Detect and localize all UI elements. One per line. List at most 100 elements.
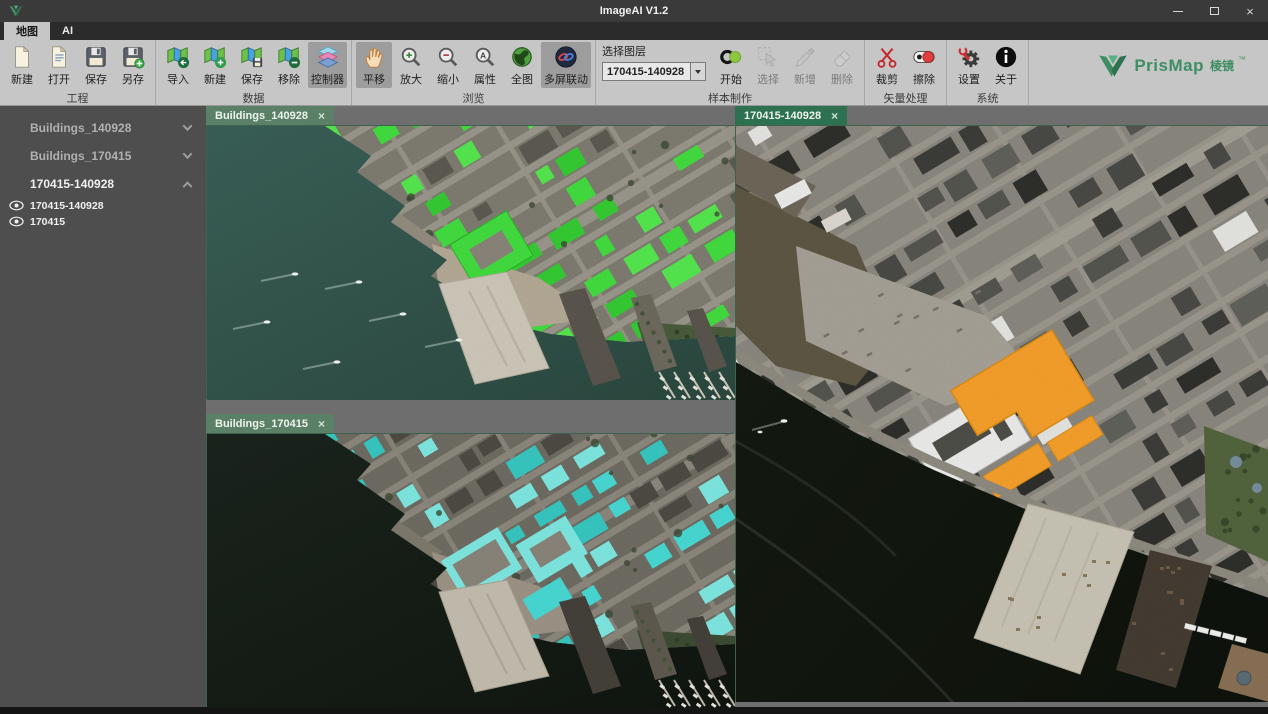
map-panel-buildings-140928: Buildings_140928 × bbox=[206, 106, 734, 399]
new-document-icon bbox=[9, 44, 35, 70]
chevron-up-icon[interactable] bbox=[184, 180, 192, 188]
chevron-down-icon[interactable] bbox=[184, 124, 192, 132]
ribbon-group-vector: 裁剪 擦除 矢量处理 bbox=[865, 40, 947, 105]
eraser-icon bbox=[829, 44, 855, 70]
data-save-button[interactable]: 保存 bbox=[234, 42, 270, 88]
data-import-button[interactable]: 导入 bbox=[160, 42, 196, 88]
eye-visibility-icon[interactable] bbox=[9, 216, 24, 230]
layer-select-label: 选择图层 bbox=[602, 43, 706, 59]
pan-button[interactable]: 平移 bbox=[356, 42, 392, 88]
map-panel-170415-140928: 170415-140928 × bbox=[735, 106, 1268, 701]
magnifier-minus-icon bbox=[435, 44, 461, 70]
sample-delete-button[interactable]: 删除 bbox=[824, 42, 860, 88]
group-label-samples: 样本制作 bbox=[600, 90, 860, 105]
erase-button[interactable]: 擦除 bbox=[906, 42, 942, 88]
brand-name: PrisMap bbox=[1134, 56, 1204, 76]
project-open-button[interactable]: 打开 bbox=[41, 42, 77, 88]
group-label-data: 数据 bbox=[160, 90, 347, 105]
map-add-icon bbox=[202, 44, 228, 70]
info-icon bbox=[993, 44, 1019, 70]
clip-button[interactable]: 裁剪 bbox=[869, 42, 905, 88]
sample-select-button[interactable]: 选择 bbox=[750, 42, 786, 88]
svg-text:A: A bbox=[480, 50, 486, 60]
layer-tree-sidebar: Buildings_140928 Buildings_170415 170415… bbox=[0, 106, 206, 707]
map-panel-buildings-170415: Buildings_170415 × bbox=[206, 414, 734, 707]
map-tab-170415-140928[interactable]: 170415-140928 × bbox=[735, 106, 847, 125]
dropdown-arrow-icon[interactable] bbox=[690, 63, 705, 80]
map-import-icon bbox=[165, 44, 191, 70]
data-controller-button[interactable]: 控制器 bbox=[308, 42, 347, 88]
map-workspace: Buildings_140928 × Buildings_170415 × bbox=[206, 106, 1268, 707]
data-new-button[interactable]: 新建 bbox=[197, 42, 233, 88]
magnifier-a-icon: A bbox=[472, 44, 498, 70]
title-bar: ImageAI V1.2 × bbox=[0, 0, 1268, 22]
save-floppy-icon bbox=[83, 44, 109, 70]
save-as-floppy-icon bbox=[120, 44, 146, 70]
tab-close-icon[interactable]: × bbox=[831, 109, 838, 123]
tree-group-buildings-170415[interactable]: Buildings_170415 bbox=[0, 142, 206, 170]
layer-select-value: 170415-140928 bbox=[603, 63, 690, 80]
project-saveas-button[interactable]: 另存 bbox=[115, 42, 151, 88]
ribbon-toolbar: 新建 打开 保存 另存 工程 导入 新建 bbox=[0, 40, 1268, 106]
map-canvas-buildings-140928[interactable] bbox=[206, 125, 734, 399]
map-tab-buildings-170415[interactable]: Buildings_170415 × bbox=[206, 414, 334, 433]
map-canvas-buildings-170415[interactable] bbox=[206, 433, 734, 707]
ribbon-group-project: 新建 打开 保存 另存 工程 bbox=[0, 40, 156, 105]
link-chain-icon bbox=[553, 44, 579, 70]
eye-visibility-icon[interactable] bbox=[9, 200, 24, 214]
tab-close-icon[interactable]: × bbox=[318, 417, 325, 431]
map-canvas-170415-140928[interactable] bbox=[735, 125, 1268, 701]
chevron-down-icon[interactable] bbox=[184, 152, 192, 160]
about-button[interactable]: 关于 bbox=[988, 42, 1024, 88]
pencil-icon bbox=[792, 44, 818, 70]
layer-select-dropdown[interactable]: 170415-140928 bbox=[602, 62, 706, 81]
group-label-system: 系统 bbox=[951, 90, 1024, 105]
ribbon-group-samples: 选择图层 170415-140928 开始 选择 新增 删除 bbox=[596, 40, 865, 105]
project-save-button[interactable]: 保存 bbox=[78, 42, 114, 88]
layer-select-box: 选择图层 170415-140928 bbox=[600, 42, 712, 81]
brand-name-cn: 棱镜 bbox=[1210, 57, 1234, 74]
toggle-start-icon bbox=[718, 44, 744, 70]
globe-icon bbox=[509, 44, 535, 70]
brand-logo: PrisMap 棱镜 ™ bbox=[1090, 40, 1268, 105]
tree-group-buildings-140928[interactable]: Buildings_140928 bbox=[0, 114, 206, 142]
group-label-vector: 矢量处理 bbox=[869, 90, 942, 105]
layers-stack-icon bbox=[315, 44, 341, 70]
settings-button[interactable]: 设置 bbox=[951, 42, 987, 88]
tree-group-170415-140928[interactable]: 170415-140928 bbox=[0, 170, 206, 198]
ribbon-group-system: 设置 关于 系统 bbox=[947, 40, 1029, 105]
select-cursor-icon bbox=[755, 44, 781, 70]
group-label-project: 工程 bbox=[4, 90, 151, 105]
map-tab-buildings-140928[interactable]: Buildings_140928 × bbox=[206, 106, 334, 125]
hand-pan-icon bbox=[361, 44, 387, 70]
full-extent-button[interactable]: 全图 bbox=[504, 42, 540, 88]
sample-start-button[interactable]: 开始 bbox=[713, 42, 749, 88]
tree-layer-170415-140928[interactable]: 170415-140928 bbox=[0, 198, 206, 214]
status-bar bbox=[0, 707, 1268, 714]
menu-bar: 地图 AI bbox=[0, 22, 1268, 40]
map-remove-icon bbox=[276, 44, 302, 70]
magnifier-plus-icon bbox=[398, 44, 424, 70]
ribbon-group-data: 导入 新建 保存 移除 控制器 数据 bbox=[156, 40, 352, 105]
group-label-browse: 浏览 bbox=[356, 90, 591, 105]
zoom-in-button[interactable]: 放大 bbox=[393, 42, 429, 88]
tab-close-icon[interactable]: × bbox=[318, 109, 325, 123]
prismap-logo-icon bbox=[1098, 53, 1128, 78]
open-document-icon bbox=[46, 44, 72, 70]
sample-add-button[interactable]: 新增 bbox=[787, 42, 823, 88]
tree-layer-170415[interactable]: 170415 bbox=[0, 214, 206, 230]
map-save-icon bbox=[239, 44, 265, 70]
ribbon-group-browse: 平移 放大 缩小 A 属性 全图 多屏联动 浏览 bbox=[352, 40, 596, 105]
erase-toggle-icon bbox=[911, 44, 937, 70]
tab-map[interactable]: 地图 bbox=[4, 22, 50, 40]
brand-trademark: ™ bbox=[1238, 55, 1246, 64]
scissors-icon bbox=[874, 44, 900, 70]
window-title: ImageAI V1.2 bbox=[0, 5, 1268, 17]
project-new-button[interactable]: 新建 bbox=[4, 42, 40, 88]
tab-ai[interactable]: AI bbox=[50, 22, 85, 40]
gear-wrench-icon bbox=[956, 44, 982, 70]
data-remove-button[interactable]: 移除 bbox=[271, 42, 307, 88]
attributes-button[interactable]: A 属性 bbox=[467, 42, 503, 88]
multi-screen-link-button[interactable]: 多屏联动 bbox=[541, 42, 591, 88]
zoom-out-button[interactable]: 缩小 bbox=[430, 42, 466, 88]
